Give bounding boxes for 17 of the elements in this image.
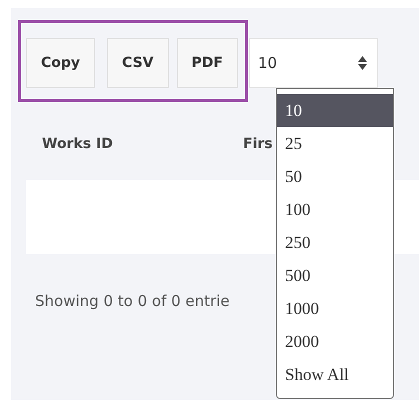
dropdown-option[interactable]: 1000 <box>277 292 393 325</box>
dropdown-option[interactable]: 250 <box>277 226 393 259</box>
export-button[interactable]: Copy <box>26 38 96 88</box>
column-header[interactable]: Works ID <box>42 136 243 152</box>
dropdown-option[interactable]: 2000 <box>277 325 393 358</box>
export-button[interactable]: PDF <box>176 38 238 88</box>
page-size-select[interactable]: 10 <box>248 38 378 88</box>
sort-arrows-icon <box>358 56 367 70</box>
dropdown-option[interactable]: 100 <box>277 193 393 226</box>
dropdown-option[interactable]: Show All <box>277 358 393 391</box>
dropdown-option[interactable]: 10 <box>277 94 393 127</box>
dropdown-option[interactable]: 25 <box>277 127 393 160</box>
dropdown-option[interactable]: 50 <box>277 160 393 193</box>
dropdown-option[interactable]: 500 <box>277 259 393 292</box>
column-header[interactable]: Firs <box>243 136 273 152</box>
export-button[interactable]: CSV <box>107 38 168 88</box>
table-info: Showing 0 to 0 of 0 entrie <box>35 292 230 310</box>
